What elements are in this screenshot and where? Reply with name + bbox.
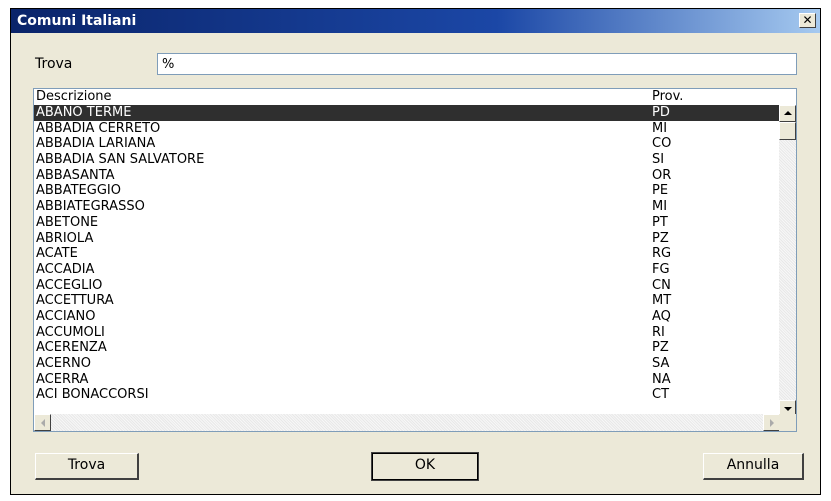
comune-name: ABBIATEGRASSO: [36, 199, 145, 215]
comune-prov: MI: [652, 120, 668, 136]
list-item[interactable]: ACCUMOLI RI: [34, 325, 780, 341]
close-icon: ✕: [802, 13, 813, 27]
list-item[interactable]: ACI BONACCORSI CT: [34, 387, 780, 403]
column-header-descrizione[interactable]: Descrizione: [36, 89, 112, 104]
title-bar[interactable]: Comuni Italiani ✕: [11, 9, 820, 33]
list-item[interactable]: ACCADIA FG: [34, 262, 780, 278]
comune-prov: SI: [652, 152, 665, 168]
trova-button[interactable]: Trova: [35, 453, 139, 480]
list-item[interactable]: ABBADIA CERRETO MI: [34, 121, 780, 137]
list-item[interactable]: ABBADIA SAN SALVATORE SI: [34, 152, 780, 168]
comune-name: ABANO TERME: [36, 105, 132, 120]
comune-prov: MT: [652, 293, 672, 309]
comune-prov: PZ: [652, 230, 669, 246]
annulla-button[interactable]: Annulla: [703, 453, 804, 480]
list-item[interactable]: ACERRA NA: [34, 372, 780, 388]
search-input[interactable]: %: [157, 53, 797, 75]
list-item[interactable]: ABANO TERME PD: [34, 105, 780, 121]
comune-name: ACCEGLIO: [36, 277, 103, 293]
list-item[interactable]: ABETONE PT: [34, 215, 780, 231]
scroll-right-button[interactable]: [763, 414, 780, 431]
comune-prov: PE: [652, 183, 669, 199]
comune-name: ABBADIA CERRETO: [36, 120, 161, 136]
comune-name: ACCADIA: [36, 261, 95, 277]
comune-prov: PD: [652, 105, 670, 120]
list-item[interactable]: ACATE RG: [34, 246, 780, 262]
comune-prov: CO: [652, 136, 672, 152]
comune-name: ACCIANO: [36, 308, 96, 324]
comune-prov: AQ: [652, 308, 671, 324]
dialog-window: Comuni Italiani ✕ Trova % Descrizione Pr…: [10, 8, 821, 495]
comune-prov: NA: [652, 371, 671, 387]
comune-name: ABBASANTA: [36, 167, 115, 183]
list-rows: ABANO TERME PD ABBADIA CERRETO MI ABBADIA LA…: [34, 105, 780, 403]
comune-prov: PT: [652, 214, 668, 230]
comune-name: ACATE: [36, 246, 78, 262]
column-header-prov[interactable]: Prov.: [652, 89, 683, 104]
list-item[interactable]: ACCIANO AQ: [34, 309, 780, 325]
comune-name: ABETONE: [36, 214, 99, 230]
close-button[interactable]: ✕: [799, 13, 816, 28]
arrow-down-icon: [784, 407, 792, 411]
scroll-corner: [779, 414, 796, 431]
comune-prov: OR: [652, 167, 672, 183]
comune-prov: RG: [652, 246, 672, 262]
list-item[interactable]: ACCEGLIO CN: [34, 278, 780, 294]
comune-prov: PZ: [652, 340, 669, 356]
scroll-up-button[interactable]: [779, 105, 796, 122]
list-item[interactable]: ABBATEGGIO PE: [34, 183, 780, 199]
screen: Comuni Italiani ✕ Trova % Descrizione Pr…: [0, 0, 831, 501]
comune-prov: CN: [652, 277, 671, 293]
horizontal-scrollbar[interactable]: [34, 414, 780, 431]
list-item[interactable]: ACCETTURA MT: [34, 293, 780, 309]
comune-prov: CT: [652, 387, 670, 403]
arrow-up-icon: [784, 111, 792, 115]
arrow-right-icon: [770, 419, 774, 427]
search-label: Trova: [35, 56, 73, 72]
arrow-left-icon: [41, 419, 45, 427]
comune-name: ABRIOLA: [36, 230, 94, 246]
scroll-thumb[interactable]: [779, 122, 796, 140]
list-item[interactable]: ABBASANTA OR: [34, 168, 780, 184]
comune-prov: FG: [652, 261, 670, 277]
list-item[interactable]: ABBADIA LARIANA CO: [34, 136, 780, 152]
list-item[interactable]: ABBIATEGRASSO MI: [34, 199, 780, 215]
vertical-scrollbar[interactable]: [779, 105, 796, 417]
comune-name: ABBADIA LARIANA: [36, 136, 156, 152]
comune-prov: RI: [652, 324, 665, 340]
comune-name: ACI BONACCORSI: [36, 387, 149, 403]
list-item[interactable]: ABRIOLA PZ: [34, 231, 780, 247]
window-title: Comuni Italiani: [17, 13, 137, 29]
ok-button[interactable]: OK: [371, 452, 479, 481]
comuni-list[interactable]: Descrizione Prov. ABANO TERME PD ABBADIA C…: [33, 88, 797, 432]
comune-name: ACCETTURA: [36, 293, 114, 309]
comune-prov: SA: [652, 356, 670, 371]
comune-name: ACERNO: [36, 356, 91, 371]
comune-name: ABBATEGGIO: [36, 183, 121, 199]
comune-name: ACCUMOLI: [36, 324, 105, 340]
scroll-left-button[interactable]: [34, 414, 51, 431]
comune-name: ACERRA: [36, 371, 89, 387]
comune-name: ACERENZA: [36, 340, 107, 356]
list-header[interactable]: Descrizione Prov.: [34, 89, 780, 104]
list-item[interactable]: ACERNO SA: [34, 356, 780, 372]
list-item[interactable]: ACERENZA PZ: [34, 340, 780, 356]
comune-prov: MI: [652, 199, 668, 215]
comune-name: ABBADIA SAN SALVATORE: [36, 152, 205, 168]
